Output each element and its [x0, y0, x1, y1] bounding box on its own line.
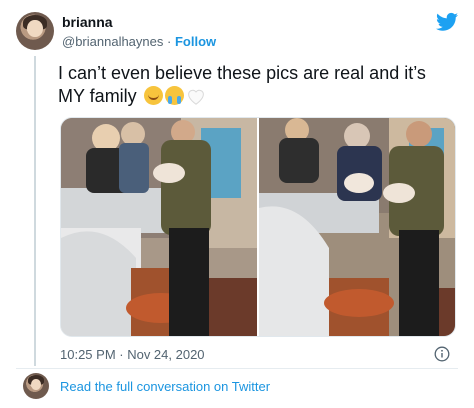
handle-row: @briannalhaynes · Follow — [62, 34, 216, 49]
tweet-timestamp[interactable]: 10:25 PM · Nov 24, 2020 — [60, 347, 205, 362]
thread-line — [34, 56, 36, 366]
photo-right[interactable] — [259, 118, 455, 336]
follow-button[interactable]: Follow — [175, 34, 216, 49]
star-struck-emoji-icon — [143, 86, 163, 105]
tweet-body: I can’t even believe these pics are real… — [58, 63, 426, 106]
user-handle[interactable]: @briannalhaynes — [62, 34, 163, 49]
divider — [16, 368, 458, 369]
photo-grid[interactable] — [60, 117, 456, 337]
display-name[interactable]: brianna — [62, 14, 113, 30]
tweet-text: I can’t even believe these pics are real… — [58, 62, 448, 108]
white-heart-icon — [186, 87, 206, 105]
photo-left[interactable] — [61, 118, 257, 336]
tweet-card: brianna @briannalhaynes · Follow I can’t… — [0, 0, 474, 408]
read-conversation-link[interactable]: Read the full conversation on Twitter — [60, 379, 270, 394]
info-icon[interactable] — [434, 346, 450, 362]
avatar-small[interactable] — [23, 373, 49, 399]
crying-emoji-icon — [164, 86, 184, 105]
twitter-bird-icon[interactable] — [436, 12, 458, 32]
avatar[interactable] — [16, 12, 54, 50]
separator-dot: · — [167, 34, 172, 49]
